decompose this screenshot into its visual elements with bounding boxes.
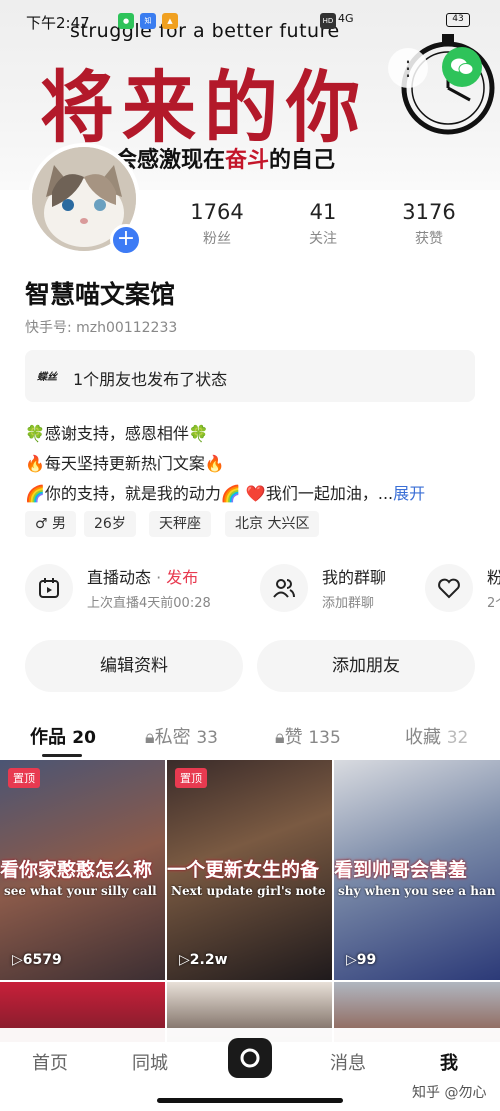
group-icon <box>260 564 308 612</box>
more-options-button[interactable]: ⋮ <box>388 48 428 88</box>
nav-messages[interactable]: 消息 <box>330 1049 366 1075</box>
video-caption: 一个更新女生的备 <box>167 859 320 881</box>
live-activity-card[interactable]: 直播动态 · 发布 上次直播4天前00:28 <box>25 560 255 616</box>
following-label: 关注 <box>309 231 337 247</box>
wechat-notify-icon: ● <box>118 13 134 29</box>
banner-headline: 将来的你 <box>40 63 368 154</box>
expand-bio-link[interactable]: 展开 <box>393 484 425 503</box>
video-caption: 看你家憨憨怎么称 <box>0 859 153 881</box>
tag-location: 北京 大兴区 <box>225 511 320 537</box>
tab-liked-label: 赞 <box>284 727 303 748</box>
tab-works[interactable]: 作品 20 <box>30 723 96 749</box>
heart-icon <box>425 564 473 612</box>
tab-favorites[interactable]: 收藏 32 <box>405 723 468 749</box>
home-indicator <box>157 1098 343 1103</box>
nav-me[interactable]: 我 <box>440 1049 458 1075</box>
video-tile[interactable]: 置顶 一个更新女生的备 Next update girl's note ▷2.2… <box>167 760 332 980</box>
battery-icon: 43 <box>446 13 470 27</box>
friends-status-bar[interactable]: 蝶丝 1个朋友也发布了状态 <box>25 350 475 402</box>
calendar-icon <box>25 564 73 612</box>
likes-count: 3176 <box>402 200 456 224</box>
group-chat-title: 我的群聊 <box>322 568 387 587</box>
app-notify-icon: ▲ <box>162 13 178 29</box>
profile-name: 智慧喵文案馆 <box>25 280 176 309</box>
followers-label: 粉丝 <box>203 231 231 247</box>
tag-zodiac: 天秤座 <box>149 511 211 537</box>
play-count-value: 2.2w <box>189 952 228 968</box>
add-avatar-button[interactable]: + <box>110 224 142 256</box>
stat-followers[interactable]: 1764 粉丝 <box>172 200 262 248</box>
live-activity-title-row: 直播动态 · 发布 <box>87 564 198 588</box>
bio-line-3-text: 🌈你的支持，就是我的动力🌈 ❤️我们一起加油，... <box>25 484 394 503</box>
edit-profile-button[interactable]: 编辑资料 <box>25 640 243 692</box>
nav-home[interactable]: 首页 <box>32 1049 68 1075</box>
fans-title: 粉 <box>487 568 500 587</box>
tab-private-count: 33 <box>196 728 218 748</box>
video-subtitle: Next update girl's note <box>171 884 326 898</box>
followers-count: 1764 <box>190 200 244 224</box>
banner-subline: 会感激现在奋斗的自己 <box>115 142 335 174</box>
kuaishou-id[interactable]: 快手号: mzh00112233 <box>25 317 177 337</box>
video-caption: 看到帅哥会害羞 <box>334 859 468 881</box>
tab-favorites-count: 32 <box>446 728 469 748</box>
following-count: 41 <box>309 200 337 224</box>
friends-status-text: 1个朋友也发布了状态 <box>73 370 228 389</box>
lock-icon: 🔒︎ <box>145 727 155 748</box>
status-time: 下午2:47 <box>26 14 90 32</box>
video-tile[interactable]: 看到帅哥会害羞 shy when you see a han ▷99 <box>334 760 500 980</box>
hd-icon: HD <box>320 13 336 29</box>
camera-icon <box>240 1048 260 1068</box>
play-count-value: 6579 <box>22 952 62 968</box>
live-activity-title: 直播动态 <box>87 568 152 587</box>
live-activity-subtitle: 上次直播4天前00:28 <box>87 596 211 611</box>
tab-private-label: 私密 <box>154 727 191 748</box>
zhihu-watermark: 知乎 @勿心 <box>412 1085 487 1101</box>
pinned-badge: 置顶 <box>175 768 207 788</box>
play-icon: ▷ <box>12 952 23 968</box>
banner-subline-post: 的自己 <box>269 148 336 173</box>
zhihu-notify-icon: 知 <box>140 13 156 29</box>
tab-liked-count: 135 <box>308 728 341 748</box>
play-icon: ▷ <box>346 952 357 968</box>
camera-button[interactable] <box>228 1038 272 1078</box>
active-tab-indicator <box>42 754 82 757</box>
status-bar: 下午2:47 ● 知 ▲ HD 4G 43 <box>0 8 500 38</box>
play-count-value: 99 <box>356 952 377 968</box>
separator-dot: · <box>156 568 162 587</box>
play-icon: ▷ <box>179 952 190 968</box>
pinned-badge: 置顶 <box>8 768 40 788</box>
tab-favorites-label: 收藏 <box>405 727 441 748</box>
group-chat-card[interactable]: 我的群聊 添加群聊 <box>260 560 420 616</box>
fans-subtitle: 2个 <box>487 596 500 611</box>
tab-works-label: 作品 <box>30 727 66 748</box>
video-play-count: ▷2.2w <box>179 952 228 968</box>
video-subtitle: shy when you see a han <box>338 884 496 898</box>
fans-card[interactable]: 粉 2个 <box>425 560 500 616</box>
tab-works-count: 20 <box>72 728 96 748</box>
video-tile[interactable]: 置顶 看你家憨憨怎么称 see what your silly call ▷65… <box>0 760 165 980</box>
lock-icon: 🔒︎ <box>275 727 285 748</box>
tag-gender: ♂ 男 <box>25 511 77 537</box>
wechat-icon <box>451 58 474 75</box>
banner-subline-highlight: 奋斗 <box>225 148 270 173</box>
network-label: 4G <box>338 12 354 25</box>
video-play-count: ▷99 <box>346 952 376 968</box>
video-subtitle: see what your silly call <box>4 884 157 898</box>
tab-liked[interactable]: 🔒︎赞 135 <box>275 723 341 749</box>
tab-private[interactable]: 🔒︎私密 33 <box>145 723 218 749</box>
group-chat-subtitle: 添加群聊 <box>322 596 375 611</box>
bio-line-2: 🔥每天坚持更新热门文案🔥 <box>25 454 225 473</box>
likes-label: 获赞 <box>415 231 443 247</box>
stat-following[interactable]: 41 关注 <box>278 200 368 248</box>
friend-logo-icon: 蝶丝 <box>37 372 57 383</box>
bio-line-3: 🌈你的支持，就是我的动力🌈 ❤️我们一起加油，...展开 <box>25 480 425 504</box>
wechat-share-button[interactable] <box>442 47 482 87</box>
tag-age: 26岁 <box>84 511 136 537</box>
publish-link[interactable]: 发布 <box>166 568 198 587</box>
stat-likes[interactable]: 3176 获赞 <box>384 200 474 248</box>
bio-line-1: 🍀感谢支持，感恩相伴🍀 <box>25 424 209 443</box>
nav-nearby[interactable]: 同城 <box>132 1049 168 1075</box>
add-friend-button[interactable]: 添加朋友 <box>257 640 475 692</box>
video-play-count: ▷6579 <box>12 952 62 968</box>
